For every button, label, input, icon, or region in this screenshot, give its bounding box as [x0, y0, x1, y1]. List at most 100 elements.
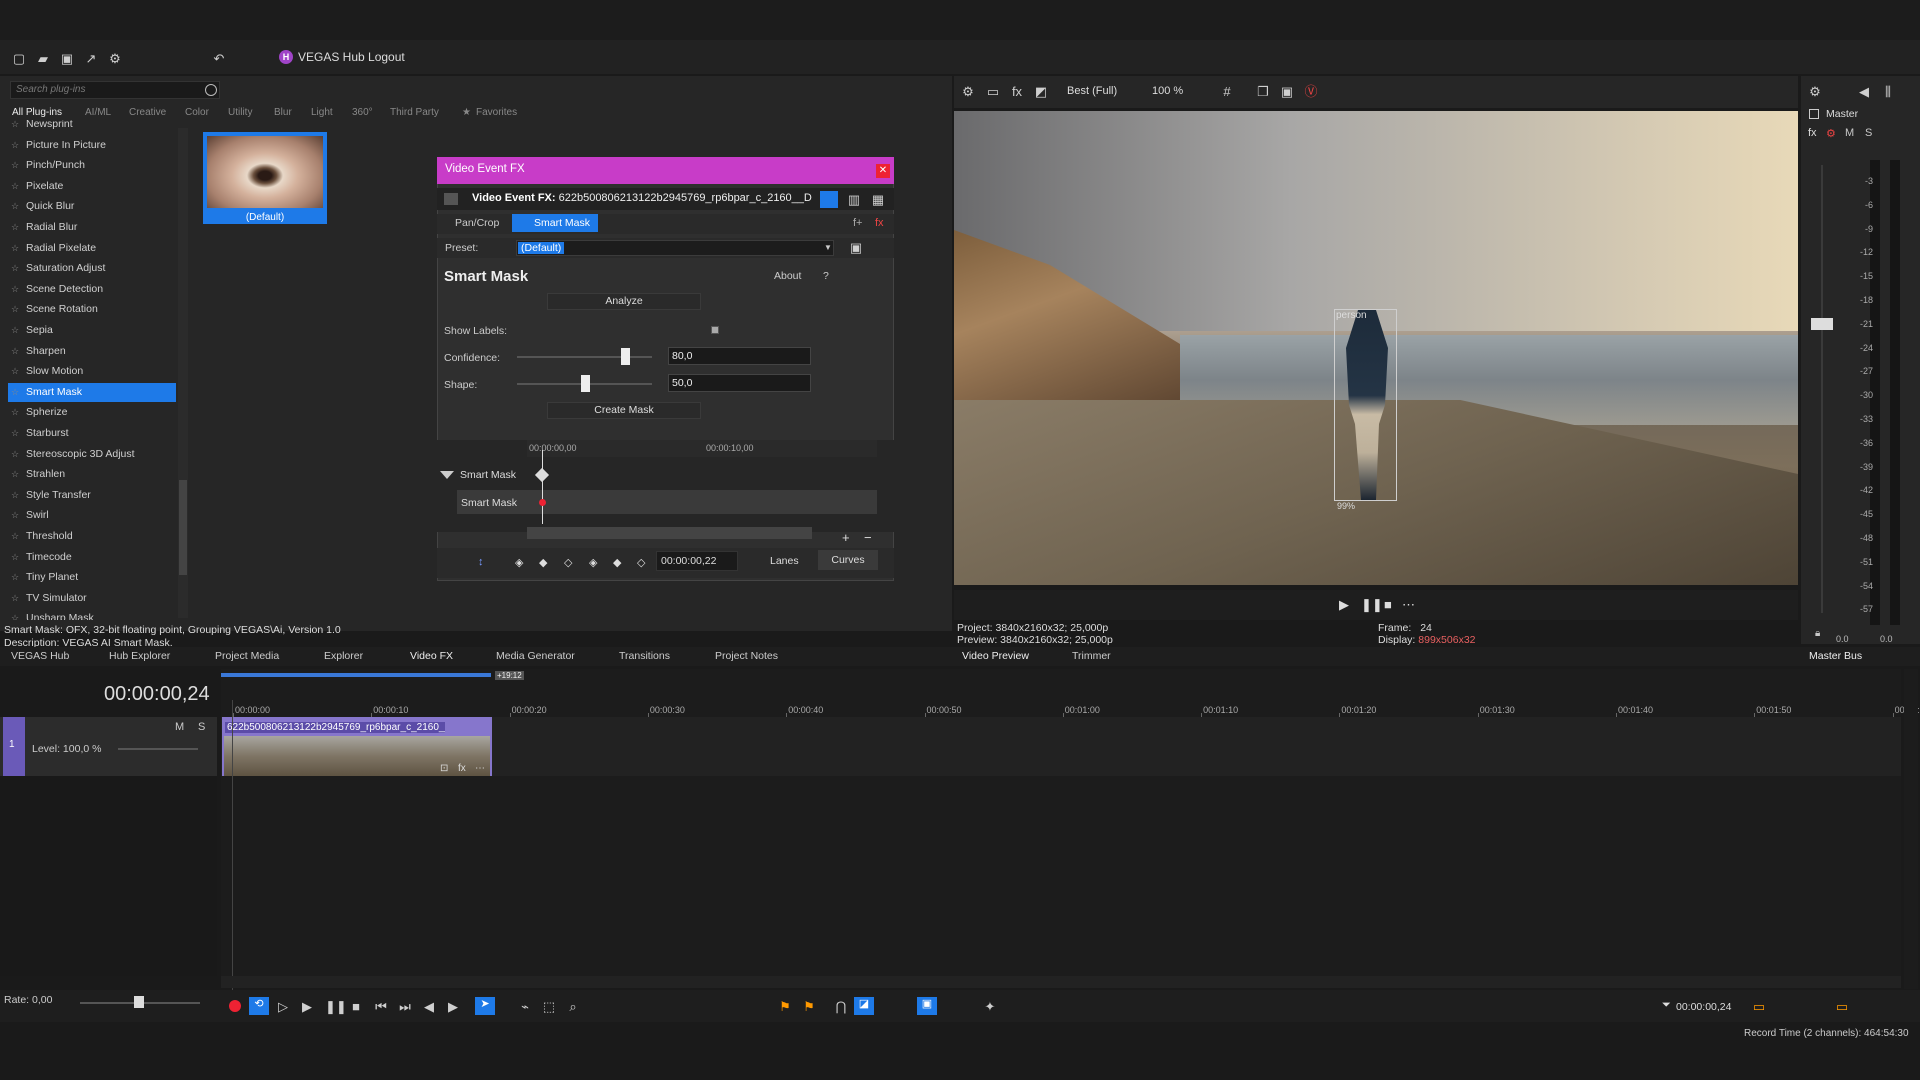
crop-icon[interactable]: ⊡: [440, 763, 448, 774]
volume-fader-track[interactable]: [1821, 165, 1823, 613]
favorite-star-icon[interactable]: ☆: [11, 465, 19, 484]
loop-playback-icon[interactable]: ⟲: [249, 997, 269, 1015]
show-labels-checkbox[interactable]: [711, 326, 719, 334]
layout-split-icon[interactable]: ▥: [847, 193, 861, 207]
tab-project-notes[interactable]: Project Notes: [715, 650, 778, 662]
shape-field[interactable]: 50,0: [668, 374, 811, 392]
category-tab[interactable]: Blur: [274, 107, 292, 118]
volume-fader-knob[interactable]: [1811, 318, 1833, 330]
category-tab[interactable]: Color: [185, 107, 209, 118]
add-fx-icon[interactable]: f+: [853, 217, 862, 229]
plugin-list-item[interactable]: ☆ Timecode: [8, 548, 176, 567]
new-file-icon[interactable]: ▢: [12, 52, 26, 66]
play-from-start-icon[interactable]: ▷: [276, 1000, 290, 1014]
save-snapshot-icon[interactable]: ▣: [1280, 85, 1294, 99]
favorite-star-icon[interactable]: ☆: [11, 403, 19, 422]
keyframe-time-field[interactable]: 00:00:00,22: [656, 551, 738, 571]
selection-start-icon[interactable]: ▭: [1752, 1000, 1766, 1014]
category-tab[interactable]: All Plug-ins: [12, 107, 62, 118]
master-solo[interactable]: S: [1865, 127, 1872, 139]
layout-single-icon[interactable]: [820, 191, 838, 208]
master-fx-label[interactable]: fx: [1808, 127, 1817, 139]
favorite-star-icon[interactable]: ☆: [11, 120, 19, 134]
prev-keyframe-icon[interactable]: ◆: [539, 556, 547, 569]
next-keyframe-icon[interactable]: ◆: [613, 556, 621, 569]
plugin-list-item[interactable]: ☆ Newsprint: [8, 120, 176, 134]
favorite-star-icon[interactable]: ☆: [11, 445, 19, 464]
plugin-list-item[interactable]: ☆ Threshold: [8, 527, 176, 546]
timeline-scrollbar[interactable]: [221, 976, 1901, 988]
favorite-star-icon[interactable]: ☆: [11, 177, 19, 196]
favorite-star-icon[interactable]: ☆: [11, 506, 19, 525]
last-keyframe-icon[interactable]: ◇: [637, 556, 645, 569]
first-keyframe-icon[interactable]: ◈: [515, 556, 523, 569]
layout-grid-icon[interactable]: ▦: [871, 193, 885, 207]
confidence-slider-track[interactable]: [517, 356, 652, 358]
plugin-list-item[interactable]: ☆ Radial Blur: [8, 218, 176, 237]
help-button[interactable]: ?: [823, 270, 829, 282]
sync-cursor-icon[interactable]: ↕: [478, 556, 484, 568]
scrollbar-thumb[interactable]: [179, 480, 187, 575]
split-screen-icon[interactable]: ◩: [1034, 85, 1048, 99]
undo-icon[interactable]: ↶: [212, 52, 226, 66]
favorite-star-icon[interactable]: ☆: [11, 548, 19, 567]
track-number[interactable]: 1: [3, 717, 25, 776]
favorite-star-icon[interactable]: ☆: [11, 568, 19, 587]
plugin-list-item[interactable]: ☆ Pinch/Punch: [8, 156, 176, 175]
marker-icon[interactable]: ⚑: [778, 1000, 792, 1014]
go-to-end-icon[interactable]: ⏭: [398, 1000, 412, 1014]
chain-item-smart-mask[interactable]: Smart Mask: [512, 214, 598, 232]
favorite-star-icon[interactable]: ☆: [11, 362, 19, 381]
tab-transitions[interactable]: Transitions: [619, 650, 670, 662]
analyze-button[interactable]: Analyze: [547, 293, 701, 310]
favorite-star-icon[interactable]: ☆: [11, 527, 19, 546]
category-tab[interactable]: Utility: [228, 107, 252, 118]
plugin-list-item[interactable]: ☆ Pixelate: [8, 177, 176, 196]
plugin-list-item[interactable]: ☆ Saturation Adjust: [8, 259, 176, 278]
category-tab[interactable]: 360°: [352, 107, 373, 118]
favorite-star-icon[interactable]: ☆: [11, 259, 19, 278]
track-level-slider[interactable]: [118, 748, 198, 750]
play-icon[interactable]: ▶: [1339, 597, 1349, 613]
favorite-star-icon[interactable]: ☆: [11, 424, 19, 443]
plugin-list-item[interactable]: ☆ Unsharp Mask: [8, 609, 176, 620]
plugin-list-item[interactable]: ☆ Sepia: [8, 321, 176, 340]
favorite-star-icon[interactable]: ☆: [11, 383, 19, 402]
settings-gear-icon[interactable]: ⚙: [108, 52, 122, 66]
favorite-star-icon[interactable]: ☆: [11, 609, 19, 620]
lock-icon[interactable]: 🔒︎: [1815, 628, 1820, 639]
gear-icon[interactable]: ⚙: [961, 85, 975, 99]
grid-overlay-icon[interactable]: #: [1220, 85, 1234, 99]
favorites-star-icon[interactable]: ★: [462, 107, 471, 118]
vegas-logo-icon[interactable]: Ⓥ: [1304, 85, 1318, 99]
tab-vegas-hub[interactable]: VEGAS Hub: [11, 650, 69, 662]
loop-region-bar[interactable]: [221, 673, 491, 677]
event-fx-icon[interactable]: fx: [458, 763, 466, 774]
track-mute[interactable]: M: [175, 721, 184, 733]
plugin-list-item[interactable]: ☆ Sharpen: [8, 342, 176, 361]
copy-snapshot-icon[interactable]: ❐: [1256, 85, 1270, 99]
open-folder-icon[interactable]: ▰: [36, 52, 50, 66]
curves-button[interactable]: Curves: [818, 550, 878, 570]
auto-ripple-icon[interactable]: ◪: [854, 997, 874, 1015]
zoom-out-icon[interactable]: −: [864, 530, 872, 545]
hub-logout-link[interactable]: VEGAS Hub Logout: [298, 50, 405, 64]
favorite-star-icon[interactable]: ☆: [11, 136, 19, 155]
playhead[interactable]: [232, 700, 233, 990]
pause-icon[interactable]: ❚❚: [1361, 597, 1383, 613]
category-tab[interactable]: Light: [311, 107, 333, 118]
collapse-triangle-icon[interactable]: [440, 471, 454, 479]
favorite-star-icon[interactable]: ☆: [11, 342, 19, 361]
plugin-list-item[interactable]: ☆ Scene Rotation: [8, 300, 176, 319]
stop-icon[interactable]: ■: [349, 1000, 363, 1014]
tab-master-bus[interactable]: Master Bus: [1809, 650, 1862, 662]
plugin-list-item[interactable]: ☆ Slow Motion: [8, 362, 176, 381]
tab-hub-explorer[interactable]: Hub Explorer: [109, 650, 170, 662]
keyframe-scrollbar[interactable]: [527, 527, 812, 539]
next-frame-icon[interactable]: ▶: [446, 1000, 460, 1014]
favorite-star-icon[interactable]: ☆: [11, 589, 19, 608]
favorite-star-icon[interactable]: ☆: [11, 156, 19, 175]
keyframe-ruler[interactable]: [527, 440, 877, 457]
chevron-down-icon[interactable]: ▼: [824, 243, 832, 252]
favorite-star-icon[interactable]: ☆: [11, 300, 19, 319]
